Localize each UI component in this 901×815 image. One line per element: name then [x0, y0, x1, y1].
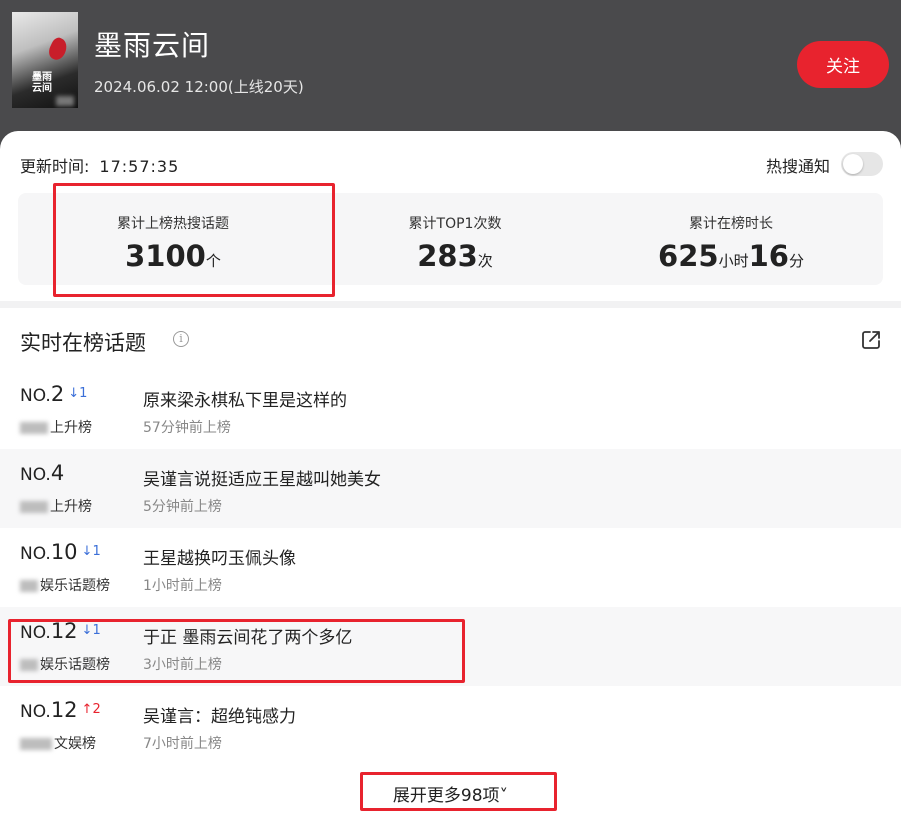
stat-duration: 累计在榜时长 625小时16分	[631, 193, 831, 285]
stat-label: 累计TOP1次数	[408, 216, 502, 232]
topic-rank: NO.2 ↓1	[20, 382, 88, 406]
info-icon[interactable]: i	[173, 331, 189, 347]
poster-decoration	[46, 35, 70, 63]
show-header: 墨雨云间 墨雨云间 2024.06.02 12:00(上线20天) 关注	[0, 0, 901, 145]
stat-value: 3100个	[125, 239, 221, 273]
stat-top1-count: 累计TOP1次数 283次	[355, 193, 555, 285]
topic-title[interactable]: 吴谨言说挺适应王星越叫她美女	[143, 465, 381, 490]
notify-toggle[interactable]	[841, 152, 883, 176]
rank-change: ↓1	[81, 623, 101, 638]
topic-board: 娱乐话题榜	[20, 575, 110, 595]
update-time-label: 更新时间:	[20, 157, 90, 176]
topic-row[interactable]: NO.10 ↓1 娱乐话题榜 王星越换叼玉佩头像 1小时前上榜	[0, 528, 901, 607]
section-divider	[0, 301, 901, 308]
topic-time: 5分钟前上榜	[143, 499, 222, 515]
follow-button[interactable]: 关注	[797, 41, 889, 88]
section-title: 实时在榜话题	[20, 331, 146, 355]
rank-change: ↓1	[81, 544, 101, 559]
expand-more-button[interactable]: 展开更多98项˅	[0, 781, 901, 806]
notify-label: 热搜通知	[766, 157, 831, 176]
topic-board: 上升榜	[20, 496, 92, 516]
update-time: 更新时间: 17:57:35	[20, 153, 179, 177]
topic-board: 文娱榜	[20, 733, 96, 753]
topic-title[interactable]: 于正 墨雨云间花了两个多亿	[143, 623, 352, 648]
hot-search-card: 更新时间: 17:57:35 热搜通知 累计上榜热搜话题 3100个 累计TOP1…	[0, 131, 901, 815]
topic-rank: NO.10 ↓1	[20, 540, 101, 564]
stat-total-topics: 累计上榜热搜话题 3100个	[73, 193, 273, 285]
topic-row[interactable]: NO.2 ↓1 上升榜 原来梁永棋私下里是这样的 57分钟前上榜	[0, 370, 901, 449]
topic-row[interactable]: NO.4 上升榜 吴谨言说挺适应王星越叫她美女 5分钟前上榜	[0, 449, 901, 528]
topic-title[interactable]: 王星越换叼玉佩头像	[143, 544, 296, 569]
topic-rank: NO.12 ↑2	[20, 698, 101, 722]
stat-label: 累计在榜时长	[689, 216, 773, 232]
stat-value: 283次	[417, 239, 493, 273]
show-date: 2024.06.02 12:00(上线20天)	[94, 78, 304, 96]
topic-time: 1小时前上榜	[143, 578, 222, 594]
rank-change: ↑2	[81, 702, 101, 717]
show-title: 墨雨云间	[94, 29, 211, 62]
update-time-value: 17:57:35	[99, 157, 180, 176]
stat-value: 625小时16分	[658, 239, 804, 273]
topic-row[interactable]: NO.12 ↓1 娱乐话题榜 于正 墨雨云间花了两个多亿 3小时前上榜	[0, 607, 901, 686]
poster-blur	[56, 96, 74, 106]
topic-time: 3小时前上榜	[143, 657, 222, 673]
stat-label: 累计上榜热搜话题	[117, 216, 229, 232]
show-poster[interactable]: 墨雨云间	[12, 12, 78, 108]
topic-rank: NO.12 ↓1	[20, 619, 101, 643]
topic-title[interactable]: 原来梁永棋私下里是这样的	[143, 386, 347, 411]
topic-row[interactable]: NO.12 ↑2 文娱榜 吴谨言：超绝钝感力 7小时前上榜	[0, 686, 901, 765]
topic-rank: NO.4	[20, 461, 65, 485]
share-icon[interactable]	[860, 329, 882, 351]
stats-panel: 累计上榜热搜话题 3100个 累计TOP1次数 283次 累计在榜时长 625小…	[18, 193, 883, 285]
rank-change: ↓1	[68, 386, 88, 401]
topic-board: 娱乐话题榜	[20, 654, 110, 674]
topic-time: 7小时前上榜	[143, 736, 222, 752]
topic-time: 57分钟前上榜	[143, 420, 231, 436]
topic-title[interactable]: 吴谨言：超绝钝感力	[143, 702, 296, 727]
poster-title: 墨雨云间	[32, 72, 52, 94]
topic-board: 上升榜	[20, 417, 92, 437]
toggle-knob	[843, 154, 863, 174]
